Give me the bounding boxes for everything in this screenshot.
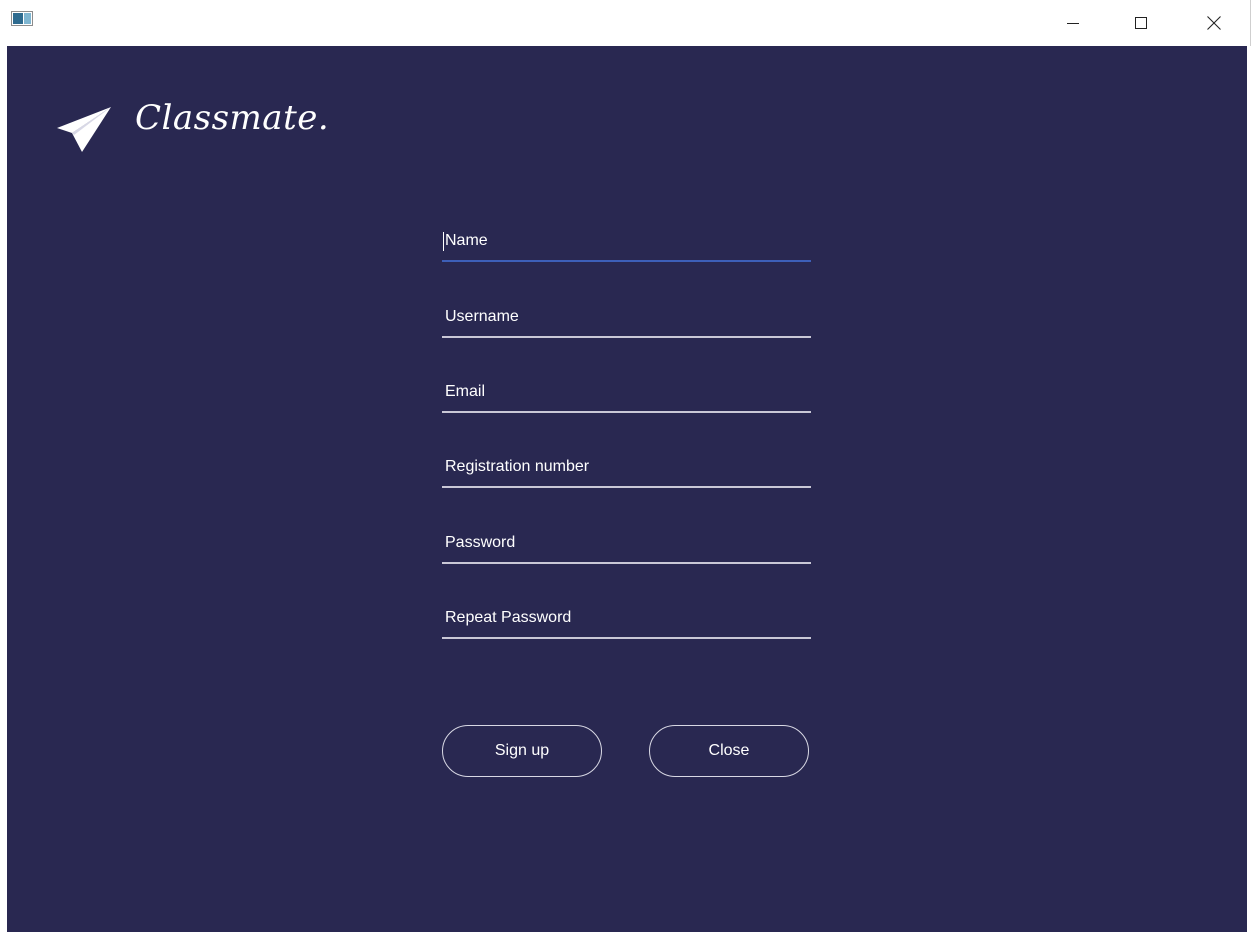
registration-number-underline xyxy=(442,486,811,488)
close-window-button[interactable] xyxy=(1191,0,1237,46)
minimize-icon xyxy=(1067,23,1079,24)
name-input[interactable] xyxy=(442,223,811,259)
brand-name: Classmate. xyxy=(135,98,330,138)
sign-up-button[interactable]: Sign up xyxy=(442,725,602,777)
password-underline xyxy=(442,562,811,564)
repeat-password-field xyxy=(442,600,811,640)
app-window-icon xyxy=(11,11,33,26)
email-input[interactable] xyxy=(442,374,811,410)
client-area: Classmate. Sign up Close xyxy=(7,46,1247,932)
close-button[interactable]: Close xyxy=(649,725,809,777)
window-edge xyxy=(1250,0,1251,46)
repeat-password-input[interactable] xyxy=(442,600,811,636)
maximize-button[interactable] xyxy=(1118,0,1164,46)
email-underline xyxy=(442,411,811,413)
name-field xyxy=(442,223,811,263)
signup-window: Classmate. Sign up Close xyxy=(0,0,1253,932)
name-underline xyxy=(442,260,811,262)
text-caret xyxy=(443,232,444,251)
username-underline xyxy=(442,336,811,338)
username-field xyxy=(442,299,811,339)
password-input[interactable] xyxy=(442,525,811,561)
paper-plane-icon xyxy=(57,107,111,152)
email-field xyxy=(442,374,811,414)
close-icon xyxy=(1207,16,1221,30)
password-field xyxy=(442,525,811,565)
username-input[interactable] xyxy=(442,299,811,335)
registration-number-field xyxy=(442,449,811,489)
title-bar[interactable] xyxy=(0,0,1253,46)
minimize-button[interactable] xyxy=(1050,0,1096,46)
maximize-icon xyxy=(1135,17,1147,29)
repeat-password-underline xyxy=(442,637,811,639)
registration-number-input[interactable] xyxy=(442,449,811,485)
